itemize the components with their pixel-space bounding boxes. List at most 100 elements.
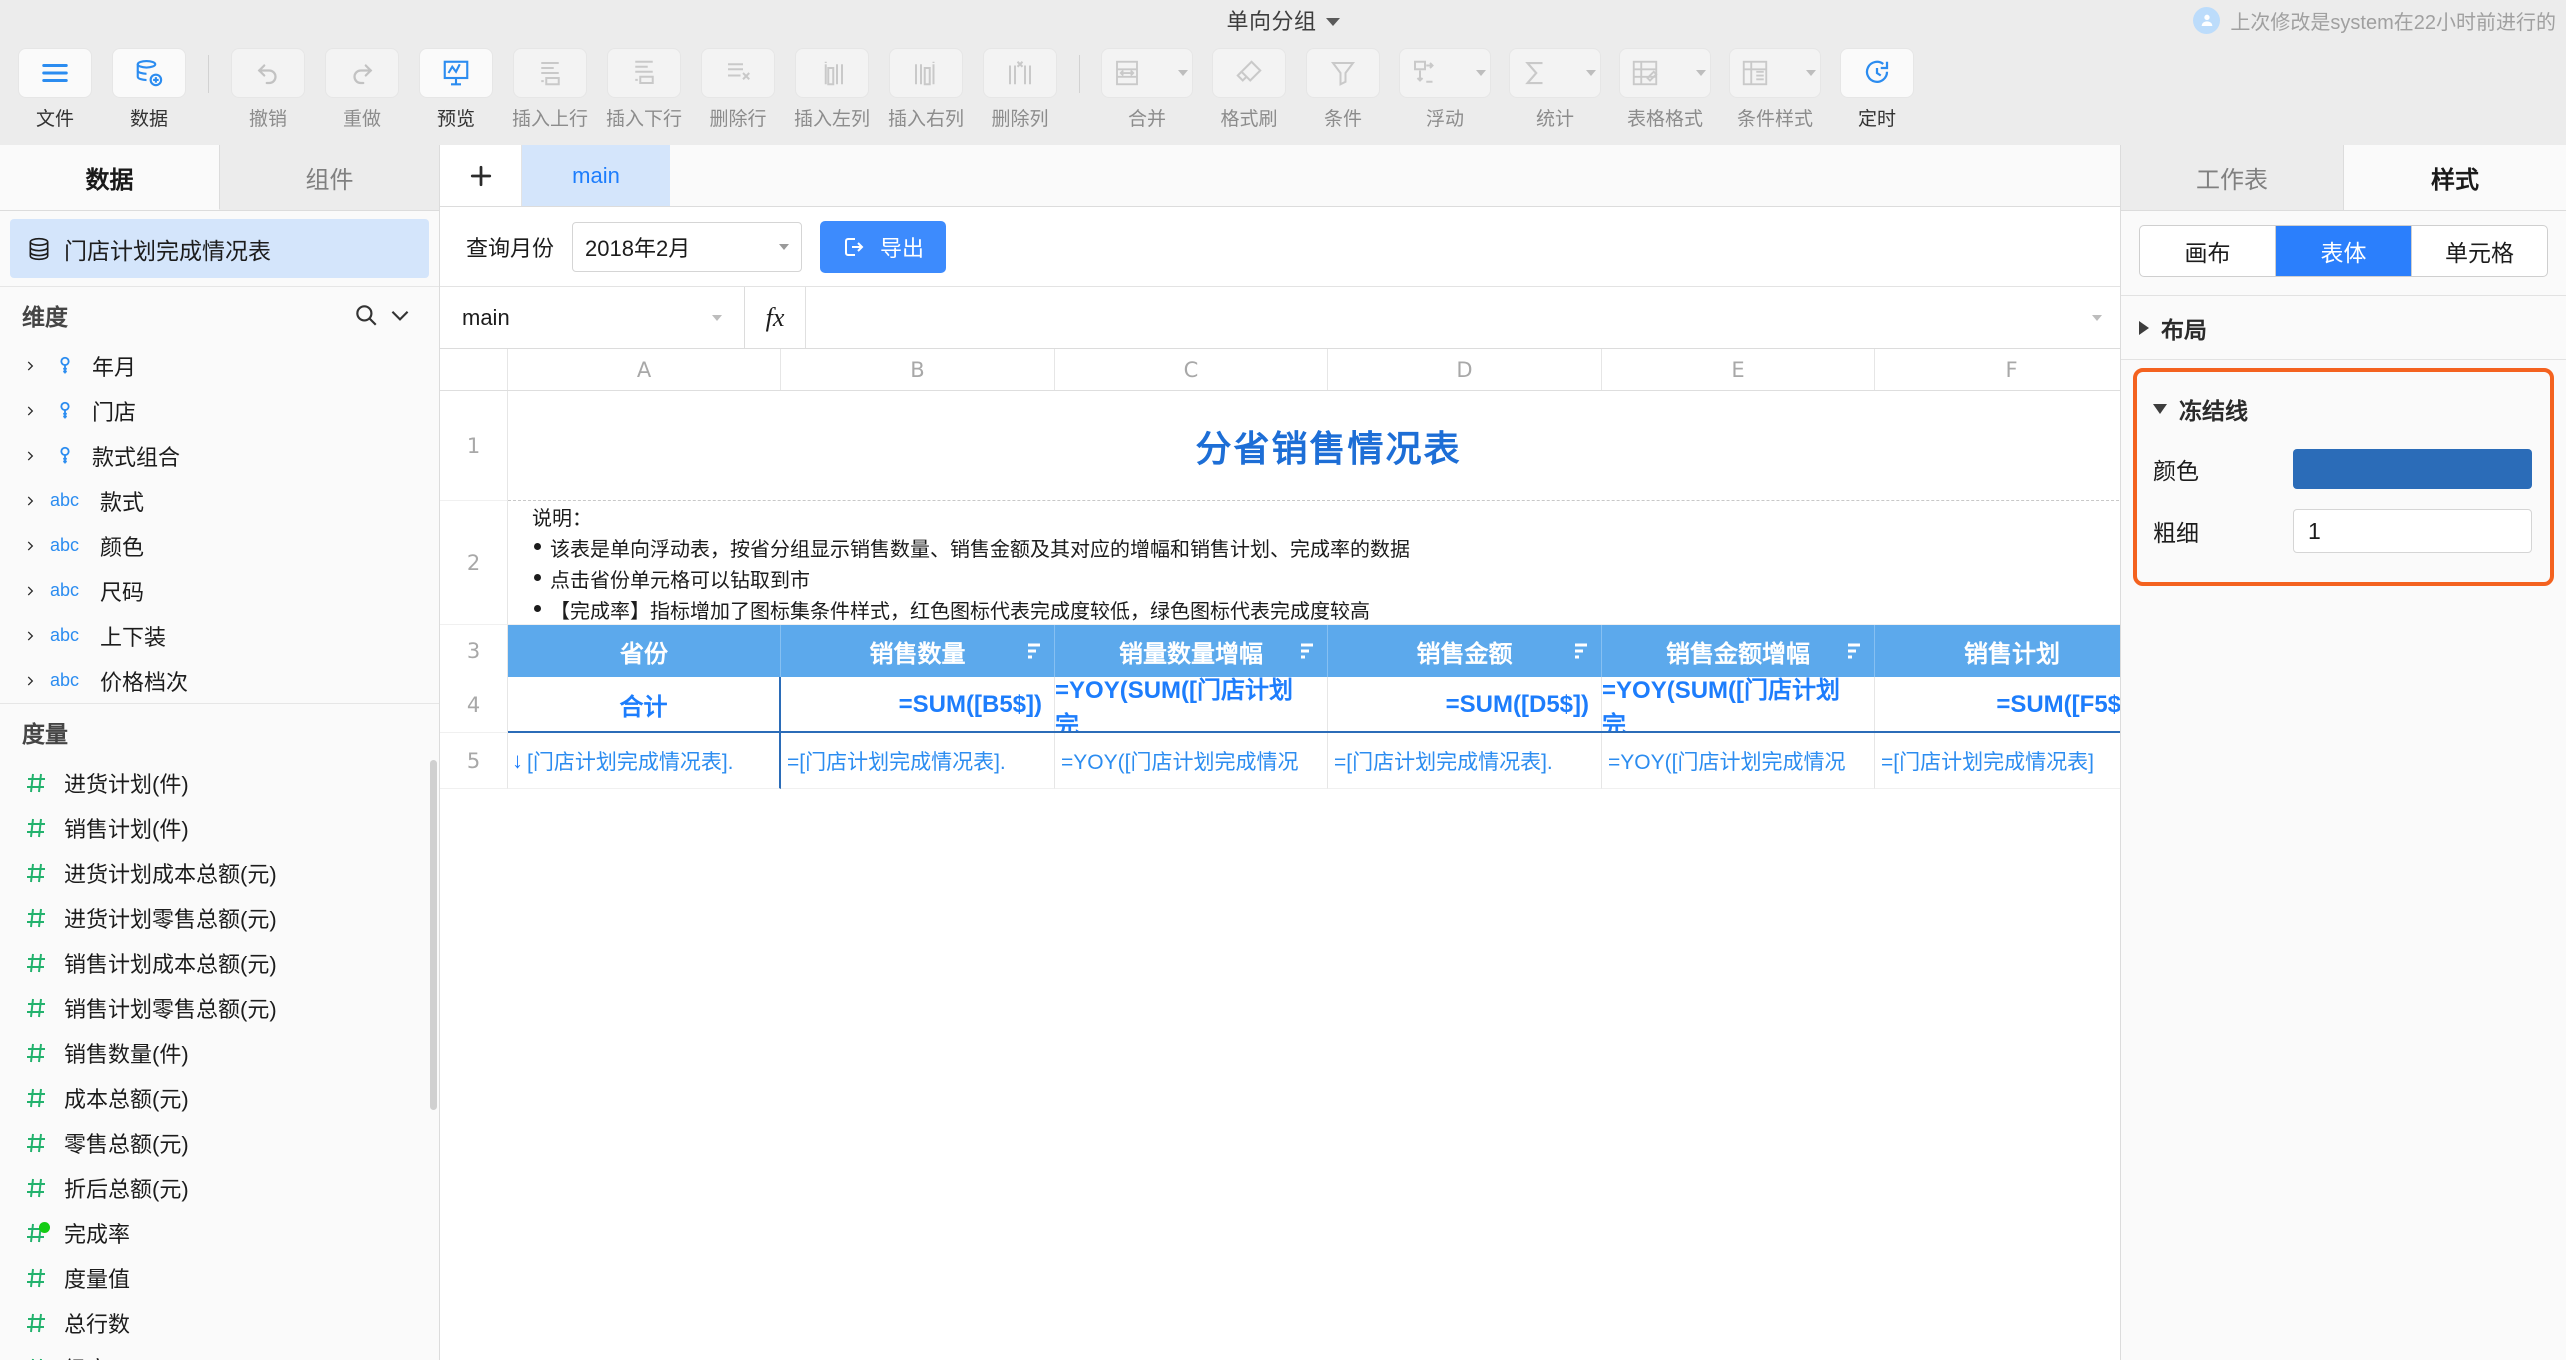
section-freeze-line-header[interactable]: 冻结线 xyxy=(2137,380,2550,438)
toolbar-button-undo[interactable]: 撤销 xyxy=(221,48,315,131)
cell-detail-a5[interactable]: ↓ [门店计划完成情况表]. xyxy=(508,733,781,789)
statistics-button-surface[interactable] xyxy=(1509,48,1601,98)
measure-item[interactable]: 销售计划零售总额(元) xyxy=(0,985,439,1030)
collapse-all-chevron-down-icon[interactable] xyxy=(383,298,417,332)
toolbar-button-insert-row-above[interactable]: 插入上行 xyxy=(503,48,597,131)
chevron-down-icon[interactable] xyxy=(1178,70,1188,76)
chevron-down-icon[interactable] xyxy=(1696,70,1706,76)
measure-item[interactable]: 销售数量(件) xyxy=(0,1030,439,1075)
toolbar-button-statistics[interactable]: 统计 xyxy=(1500,48,1610,131)
measure-item[interactable]: 进货计划成本总额(元) xyxy=(0,850,439,895)
column-header-c[interactable]: C xyxy=(1055,349,1328,390)
freeze-color-swatch[interactable] xyxy=(2293,449,2532,489)
toolbar-button-file[interactable]: 文件 xyxy=(8,48,102,131)
merge-button-surface[interactable] xyxy=(1101,48,1193,98)
toolbar-button-delete-col[interactable]: 删除列 xyxy=(973,48,1067,131)
dataset-item[interactable]: 门店计划完成情况表 xyxy=(10,219,429,279)
row-header-5[interactable]: 5 xyxy=(440,733,508,789)
cell-total-e4[interactable]: =YOY(SUM([门店计划完 xyxy=(1602,677,1875,733)
header-cell-amount-growth[interactable]: 销售金额增幅 xyxy=(1602,625,1875,677)
insert-row-below-button-surface[interactable] xyxy=(607,48,681,98)
measure-item[interactable]: 总行数 xyxy=(0,1300,439,1345)
column-header-a[interactable]: A xyxy=(508,349,781,390)
header-cell-sales-plan[interactable]: 销售计划 xyxy=(1875,625,2120,677)
chevron-down-icon[interactable] xyxy=(1586,70,1596,76)
dimension-item[interactable]: abc 尺码 xyxy=(0,568,439,613)
toolbar-button-delete-row[interactable]: 删除行 xyxy=(691,48,785,131)
chevron-right-icon[interactable] xyxy=(22,359,38,373)
table-format-button-surface[interactable] xyxy=(1619,48,1711,98)
measure-item[interactable]: 进货计划(件) xyxy=(0,760,439,805)
measure-item[interactable]: 成本总额(元) xyxy=(0,1075,439,1120)
timer-button-surface[interactable] xyxy=(1840,48,1914,98)
chevron-right-icon[interactable] xyxy=(22,674,38,688)
search-icon[interactable] xyxy=(349,298,383,332)
name-box[interactable]: main xyxy=(440,287,745,348)
measure-item[interactable]: 进货计划零售总额(元) xyxy=(0,895,439,940)
measure-item-completion-rate[interactable]: 完成率 xyxy=(0,1210,439,1255)
segment-cell[interactable]: 单元格 xyxy=(2412,226,2547,276)
insert-col-right-button-surface[interactable] xyxy=(889,48,963,98)
tab-components[interactable]: 组件 xyxy=(220,145,439,210)
title-dropdown-chevron-down-icon[interactable] xyxy=(1325,18,1340,26)
dimension-item[interactable]: 款式组合 xyxy=(0,433,439,478)
row-header-4[interactable]: 4 xyxy=(440,677,508,733)
cell-detail-e5[interactable]: =YOY([门店计划完成情况 xyxy=(1602,733,1875,789)
toolbar-button-insert-col-right[interactable]: 插入右列 xyxy=(879,48,973,131)
tab-style[interactable]: 样式 xyxy=(2344,145,2566,210)
toolbar-button-conditional-style[interactable]: 条件样式 xyxy=(1720,48,1830,131)
dimension-item[interactable]: abc 上下装 xyxy=(0,613,439,658)
toolbar-button-insert-row-below[interactable]: 插入下行 xyxy=(597,48,691,131)
chevron-down-icon[interactable] xyxy=(1476,70,1486,76)
toolbar-button-merge[interactable]: 合并 xyxy=(1092,48,1202,131)
query-month-select[interactable]: 2018年2月 xyxy=(572,221,803,272)
row-header-1[interactable]: 1 xyxy=(440,391,508,501)
delete-col-button-surface[interactable] xyxy=(983,48,1057,98)
format-painter-button-surface[interactable] xyxy=(1212,48,1286,98)
cell-total-label[interactable]: 合计 xyxy=(508,677,781,733)
dimension-item[interactable]: abc 颜色 xyxy=(0,523,439,568)
cell-detail-b5[interactable]: =[门店计划完成情况表]. xyxy=(781,733,1055,789)
data-button-surface[interactable] xyxy=(112,48,186,98)
sort-indicator-icon[interactable] xyxy=(1575,641,1587,662)
dimension-item[interactable]: 年月 xyxy=(0,343,439,388)
sheet-tab-main[interactable]: main xyxy=(522,145,670,206)
grid-corner-cell[interactable] xyxy=(440,349,508,390)
formula-input[interactable] xyxy=(805,287,2074,348)
left-panel-scrollbar[interactable] xyxy=(430,760,437,1111)
dimension-item[interactable]: abc 价格档次 xyxy=(0,658,439,703)
insert-col-left-button-surface[interactable] xyxy=(795,48,869,98)
measure-item[interactable]: 销售计划(件) xyxy=(0,805,439,850)
chevron-right-icon[interactable] xyxy=(22,494,38,508)
cell-total-f4[interactable]: =SUM([F5$]) xyxy=(1875,677,2120,733)
add-sheet-button[interactable] xyxy=(440,145,522,206)
delete-row-button-surface[interactable] xyxy=(701,48,775,98)
conditional-style-button-surface[interactable] xyxy=(1729,48,1821,98)
triangle-down-icon[interactable] xyxy=(2153,404,2167,414)
column-header-e[interactable]: E xyxy=(1602,349,1875,390)
triangle-right-icon[interactable] xyxy=(2139,320,2149,335)
row-header-3[interactable]: 3 xyxy=(440,625,508,677)
header-cell-sales-qty[interactable]: 销售数量 xyxy=(781,625,1055,677)
cell-total-c4[interactable]: =YOY(SUM([门店计划完 xyxy=(1055,677,1328,733)
float-button-surface[interactable] xyxy=(1399,48,1491,98)
cell-detail-f5[interactable]: =[门店计划完成情况表] xyxy=(1875,733,2120,789)
column-header-f[interactable]: F xyxy=(1875,349,2120,390)
tab-worksheet[interactable]: 工作表 xyxy=(2121,145,2344,210)
tab-data[interactable]: 数据 xyxy=(0,145,220,210)
section-layout[interactable]: 布局 xyxy=(2121,296,2566,360)
measure-item[interactable]: 零售总额(元) xyxy=(0,1120,439,1165)
header-cell-sales-amount[interactable]: 销售金额 xyxy=(1328,625,1602,677)
preview-button-surface[interactable] xyxy=(419,48,493,98)
toolbar-button-data[interactable]: 数据 xyxy=(102,48,196,131)
insert-row-above-button-surface[interactable] xyxy=(513,48,587,98)
sort-indicator-icon[interactable] xyxy=(1848,641,1860,662)
toolbar-button-preview[interactable]: 预览 xyxy=(409,48,503,131)
toolbar-button-float[interactable]: 浮动 xyxy=(1390,48,1500,131)
header-cell-province[interactable]: 省份 xyxy=(508,625,781,677)
segment-canvas[interactable]: 画布 xyxy=(2140,226,2276,276)
toolbar-button-redo[interactable]: 重做 xyxy=(315,48,409,131)
sort-indicator-icon[interactable] xyxy=(1301,641,1313,662)
formula-expand-chevron-down-icon[interactable] xyxy=(2074,314,2120,321)
column-header-b[interactable]: B xyxy=(781,349,1055,390)
